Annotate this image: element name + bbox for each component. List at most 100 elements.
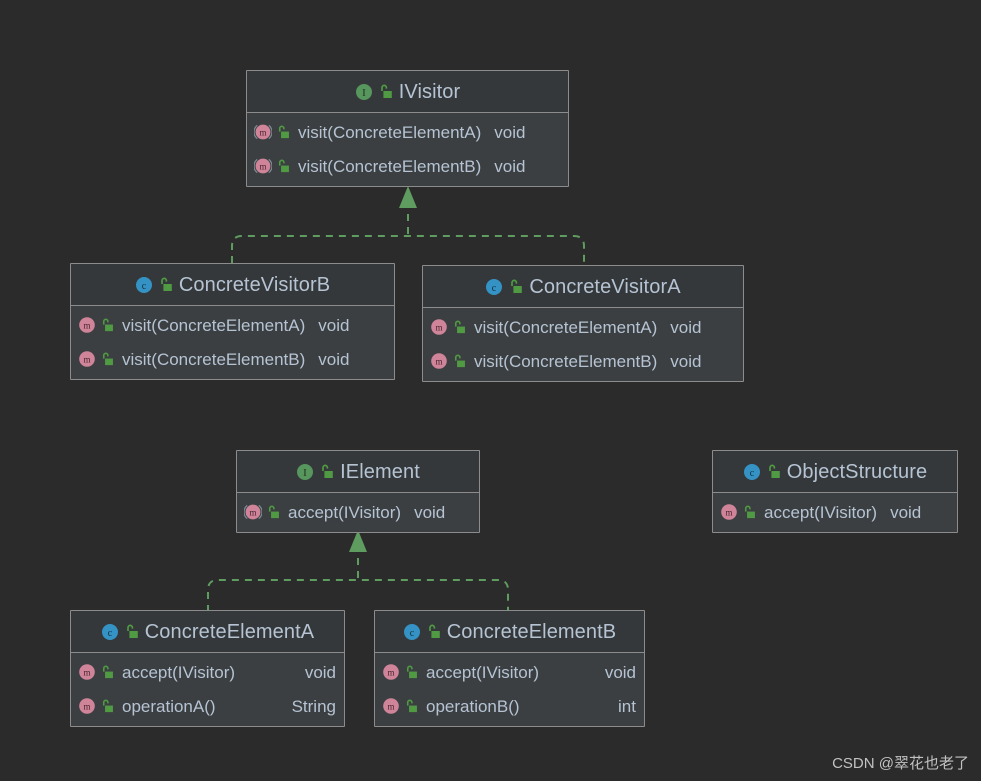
unlocked-padlock-icon bbox=[100, 318, 115, 333]
member-row[interactable]: m visit(ConcreteElementB) void bbox=[247, 149, 568, 183]
unlocked-padlock-icon bbox=[266, 505, 281, 520]
watermark-text: CSDN @翠花也老了 bbox=[832, 755, 969, 772]
interface-icon: I bbox=[296, 463, 314, 481]
member-name: visit(ConcreteElementB) bbox=[122, 349, 306, 369]
unlocked-padlock-icon bbox=[100, 352, 115, 367]
member-name: visit(ConcreteElementB) bbox=[298, 156, 482, 176]
method-icon: m bbox=[382, 697, 400, 715]
class-members-concretevisitorb: m visit(ConcreteElementA) void m visit(C… bbox=[71, 306, 394, 379]
class-box-objectstructure[interactable]: c ObjectStructure m accept(IVisitor) voi… bbox=[712, 450, 958, 533]
class-members-objectstructure: m accept(IVisitor) void bbox=[713, 493, 957, 532]
interface-icon: I bbox=[355, 83, 373, 101]
unlocked-padlock-icon bbox=[508, 279, 524, 295]
member-name: accept(IVisitor) bbox=[764, 502, 878, 522]
member-type: int bbox=[618, 696, 636, 716]
member-type: void bbox=[890, 502, 922, 522]
unlocked-padlock-icon bbox=[124, 624, 140, 640]
diagram-canvas: I IVisitor m visit(ConcreteElementA) voi… bbox=[0, 0, 981, 781]
member-type: void bbox=[670, 351, 702, 371]
method-icon: m bbox=[720, 503, 738, 521]
unlocked-padlock-icon bbox=[404, 665, 419, 680]
class-name-ielement: IElement bbox=[340, 460, 420, 483]
member-row[interactable]: m visit(ConcreteElementA) void bbox=[423, 310, 743, 344]
class-name-concreteelementa: ConcreteElementA bbox=[144, 620, 315, 643]
class-box-concretevisitora[interactable]: c ConcreteVisitorA m visit(ConcreteEleme… bbox=[422, 265, 744, 382]
member-row[interactable]: m operationA() String bbox=[71, 689, 344, 723]
member-name: operationB() bbox=[426, 696, 520, 716]
member-type: void bbox=[494, 156, 526, 176]
member-type: void bbox=[604, 662, 636, 682]
unlocked-padlock-icon bbox=[100, 699, 115, 714]
svg-text:m: m bbox=[435, 323, 442, 333]
svg-text:m: m bbox=[83, 702, 90, 712]
method-icon: m bbox=[78, 697, 96, 715]
svg-text:m: m bbox=[387, 668, 394, 678]
class-box-concretevisitorb[interactable]: c ConcreteVisitorB m visit(ConcreteEleme… bbox=[70, 263, 395, 380]
unlocked-padlock-icon bbox=[100, 665, 115, 680]
svg-text:m: m bbox=[259, 128, 266, 138]
member-row[interactable]: m visit(ConcreteElementA) void bbox=[247, 115, 568, 149]
member-row[interactable]: m accept(IVisitor) void bbox=[713, 495, 957, 529]
svg-text:m: m bbox=[387, 702, 394, 712]
method-icon: m bbox=[244, 503, 262, 521]
member-type: void bbox=[318, 349, 350, 369]
unlocked-padlock-icon bbox=[452, 320, 467, 335]
class-header-objectstructure: c ObjectStructure bbox=[713, 451, 957, 493]
unlocked-padlock-icon bbox=[426, 624, 442, 640]
member-row[interactable]: m visit(ConcreteElementA) void bbox=[71, 308, 394, 342]
class-name-concretevisitorb: ConcreteVisitorB bbox=[178, 273, 331, 296]
method-icon: m bbox=[78, 350, 96, 368]
class-header-ivisitor: I IVisitor bbox=[247, 71, 568, 113]
member-row[interactable]: m visit(ConcreteElementB) void bbox=[71, 342, 394, 376]
realization-ielement bbox=[207, 530, 509, 612]
svg-text:c: c bbox=[492, 283, 497, 294]
class-icon: c bbox=[135, 276, 153, 294]
unlocked-padlock-icon bbox=[276, 159, 291, 174]
member-row[interactable]: m accept(IVisitor) void bbox=[237, 495, 479, 529]
method-icon: m bbox=[78, 316, 96, 334]
member-type: void bbox=[670, 317, 702, 337]
class-name-concretevisitora: ConcreteVisitorA bbox=[529, 275, 681, 298]
class-name-ivisitor: IVisitor bbox=[398, 80, 461, 103]
class-box-ivisitor[interactable]: I IVisitor m visit(ConcreteElementA) voi… bbox=[246, 70, 569, 187]
method-icon: m bbox=[382, 663, 400, 681]
member-name: operationA() bbox=[122, 696, 216, 716]
member-row[interactable]: m accept(IVisitor) void bbox=[71, 655, 344, 689]
member-row[interactable]: m accept(IVisitor) void bbox=[375, 655, 644, 689]
class-icon: c bbox=[743, 463, 761, 481]
class-header-concretevisitora: c ConcreteVisitorA bbox=[423, 266, 743, 308]
unlocked-padlock-icon bbox=[766, 464, 782, 480]
class-members-concreteelementa: m accept(IVisitor) void m operationA() S… bbox=[71, 653, 344, 726]
svg-text:m: m bbox=[249, 508, 256, 518]
class-icon: c bbox=[485, 278, 503, 296]
class-box-concreteelementa[interactable]: c ConcreteElementA m accept(IVisitor) vo… bbox=[70, 610, 345, 727]
svg-text:I: I bbox=[303, 467, 307, 479]
unlocked-padlock-icon bbox=[452, 354, 467, 369]
svg-text:c: c bbox=[142, 281, 147, 292]
member-name: accept(IVisitor) bbox=[288, 502, 402, 522]
member-name: visit(ConcreteElementA) bbox=[122, 315, 306, 335]
member-type: String bbox=[291, 696, 336, 716]
svg-text:m: m bbox=[83, 668, 90, 678]
class-members-ielement: m accept(IVisitor) void bbox=[237, 493, 479, 532]
member-name: visit(ConcreteElementA) bbox=[474, 317, 658, 337]
member-name: visit(ConcreteElementB) bbox=[474, 351, 658, 371]
method-icon: m bbox=[254, 123, 272, 141]
class-members-concreteelementb: m accept(IVisitor) void m operationB() i… bbox=[375, 653, 644, 726]
class-box-ielement[interactable]: I IElement m accept(IVisitor) void bbox=[236, 450, 480, 533]
svg-text:I: I bbox=[362, 87, 366, 99]
class-box-concreteelementb[interactable]: c ConcreteElementB m accept(IVisitor) vo… bbox=[374, 610, 645, 727]
svg-text:m: m bbox=[435, 357, 442, 367]
class-icon: c bbox=[101, 623, 119, 641]
unlocked-padlock-icon bbox=[742, 505, 757, 520]
unlocked-padlock-icon bbox=[378, 84, 394, 100]
class-icon: c bbox=[403, 623, 421, 641]
unlocked-padlock-icon bbox=[276, 125, 291, 140]
member-name: visit(ConcreteElementA) bbox=[298, 122, 482, 142]
member-type: void bbox=[318, 315, 350, 335]
member-row[interactable]: m visit(ConcreteElementB) void bbox=[423, 344, 743, 378]
class-header-concreteelementa: c ConcreteElementA bbox=[71, 611, 344, 653]
method-icon: m bbox=[78, 663, 96, 681]
member-row[interactable]: m operationB() int bbox=[375, 689, 644, 723]
class-members-concretevisitora: m visit(ConcreteElementA) void m visit(C… bbox=[423, 308, 743, 381]
